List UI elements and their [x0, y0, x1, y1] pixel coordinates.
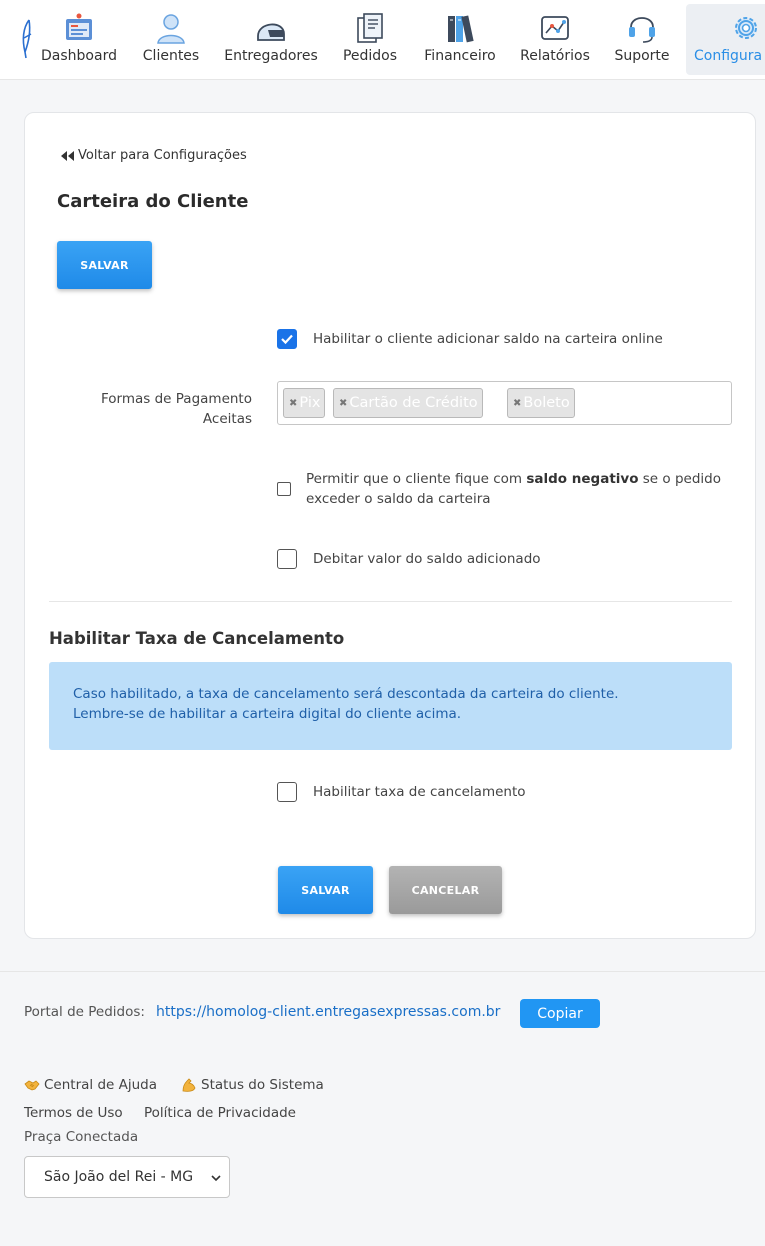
helmet-icon [257, 23, 285, 41]
footer-divider [0, 971, 765, 972]
debit-balance-checkbox[interactable] [277, 549, 297, 569]
debit-balance-label: Debitar valor do saldo adicionado [313, 551, 541, 567]
gear-icon [735, 17, 757, 39]
check-icon [281, 334, 293, 345]
portal-label: Portal de Pedidos: [24, 1004, 145, 1020]
headset-icon [629, 17, 655, 43]
nav-label: Financeiro [424, 48, 496, 64]
wallet-settings-card: Voltar para Configurações Carteira do Cl… [24, 112, 756, 939]
double-chevron-left-icon [61, 150, 74, 161]
nav-label: Dashboard [41, 48, 117, 64]
save-button[interactable]: SALVAR [57, 241, 152, 289]
payment-tag-boleto[interactable]: ✖ Boleto [507, 388, 575, 418]
chevron-down-icon [211, 1175, 221, 1182]
negative-balance-label: Permitir que o cliente fique com saldo n… [306, 471, 721, 507]
logo-icon[interactable] [20, 18, 34, 60]
cancel-fee-section-title: Habilitar Taxa de Cancelamento [49, 629, 345, 648]
chart-icon [541, 16, 569, 40]
nav-label: Suporte [614, 48, 670, 64]
nav-label: Relatórios [520, 48, 590, 64]
cancel-fee-checkbox[interactable] [277, 782, 297, 802]
nav-pedidos[interactable]: Pedidos [336, 4, 404, 75]
page-title: Carteira do Cliente [57, 191, 249, 212]
enable-wallet-checkbox[interactable] [277, 329, 297, 349]
payment-tag-pix[interactable]: ✖ Pix [283, 388, 326, 418]
alert-line: Caso habilitado, a taxa de cancelamento … [73, 686, 619, 702]
nav-clientes[interactable]: Clientes [138, 4, 204, 75]
user-icon [157, 14, 185, 44]
nav-suporte[interactable]: Suporte [608, 4, 676, 75]
nav-dashboard[interactable]: Dashboard [36, 4, 122, 75]
system-status-link[interactable]: Status do Sistema [181, 1077, 324, 1093]
praca-select[interactable]: São João del Rei - MG [24, 1156, 230, 1198]
nav-entregadores[interactable]: Entregadores [220, 4, 322, 75]
cancel-fee-label: Habilitar taxa de cancelamento [313, 784, 526, 800]
payment-methods-label: Formas de Pagamento Aceitas [101, 391, 252, 427]
flexed-biceps-icon [182, 1078, 196, 1092]
handshake-icon [24, 1080, 40, 1091]
dashboard-icon [66, 13, 92, 40]
nav-configuracoes[interactable]: Configura [686, 4, 765, 75]
payment-methods-multiselect[interactable]: ✖ Pix ✖ Cartão de Crédito ✖ Boleto [277, 381, 732, 425]
enable-wallet-label: Habilitar o cliente adicionar saldo na c… [313, 331, 663, 347]
portal-url-link[interactable]: https://homolog-client.entregasexpressas… [156, 1004, 500, 1020]
remove-tag-icon[interactable]: ✖ [513, 398, 521, 409]
nav-label: Pedidos [342, 48, 398, 64]
negative-balance-checkbox[interactable] [277, 482, 291, 496]
alert-line: Lembre-se de habilitar a carteira digita… [73, 706, 462, 722]
copy-button[interactable]: Copiar [520, 999, 600, 1028]
back-to-settings-link[interactable]: Voltar para Configurações [61, 148, 247, 163]
terms-link[interactable]: Termos de Uso [24, 1105, 123, 1121]
books-icon [448, 15, 474, 43]
receipt-icon [357, 13, 383, 43]
nav-label: Entregadores [224, 48, 318, 64]
praca-label: Praça Conectada [24, 1129, 139, 1145]
remove-tag-icon[interactable]: ✖ [339, 398, 347, 409]
back-link-label: Voltar para Configurações [78, 148, 247, 163]
privacy-link[interactable]: Política de Privacidade [144, 1105, 296, 1121]
praca-selected-value: São João del Rei - MG [44, 1169, 194, 1185]
cancel-fee-info-alert: Caso habilitado, a taxa de cancelamento … [49, 662, 732, 750]
nav-relatorios[interactable]: Relatórios [516, 4, 594, 75]
nav-financeiro[interactable]: Financeiro [418, 4, 502, 75]
save-bottom-button[interactable]: SALVAR [278, 866, 373, 914]
help-center-link[interactable]: Central de Ajuda [24, 1077, 157, 1093]
top-navbar: Dashboard Clientes Entregadores Pedidos [0, 0, 765, 80]
payment-tag-cartao[interactable]: ✖ Cartão de Crédito [333, 388, 483, 418]
remove-tag-icon[interactable]: ✖ [289, 398, 297, 409]
nav-label: Configura [694, 48, 763, 64]
cancel-button[interactable]: CANCELAR [389, 866, 502, 914]
nav-label: Clientes [142, 48, 200, 64]
divider [49, 601, 732, 602]
